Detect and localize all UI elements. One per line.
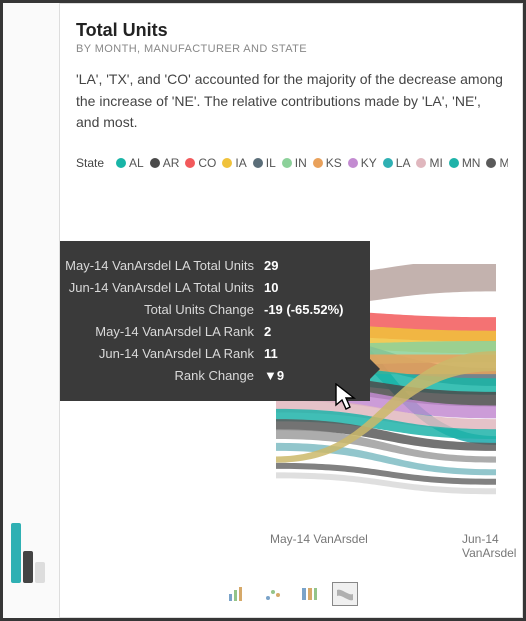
tooltip-label: Jun-14 VanArsdel LA Total Units (59, 277, 264, 299)
gutter-bar (23, 551, 33, 583)
tooltip-row: Total Units Change-19 (-65.52%) (59, 299, 354, 321)
legend-item[interactable]: IN (282, 156, 307, 170)
legend: State AL AR CO IA IL IN KS KY LA MI MN M… (76, 156, 508, 170)
x-axis-label-left: May-14 VanArsdel (270, 532, 368, 546)
visual-title: Total Units (76, 20, 508, 41)
tooltip-label: Rank Change (59, 365, 264, 387)
legend-swatch (282, 158, 292, 168)
tooltip-row: Jun-14 VanArsdel LA Rank11 (59, 343, 354, 365)
legend-swatch (383, 158, 393, 168)
legend-swatch (348, 158, 358, 168)
legend-label: AL (129, 156, 144, 170)
legend-swatch (486, 158, 496, 168)
legend-label: LA (396, 156, 411, 170)
legend-label: IL (266, 156, 276, 170)
legend-label: AR (163, 156, 180, 170)
legend-label: KY (361, 156, 377, 170)
tooltip-row: May-14 VanArsdel LA Total Units29 (59, 255, 354, 277)
gutter-bar (11, 523, 21, 583)
legend-title: State (76, 156, 104, 170)
tooltip-row: Rank Change▼9 (59, 365, 354, 387)
legend-swatch (185, 158, 195, 168)
legend-swatch (116, 158, 126, 168)
page-frame: Total Units BY MONTH, MANUFACTURER AND S… (0, 0, 526, 621)
visual-subtitle: BY MONTH, MANUFACTURER AND STATE (76, 43, 508, 55)
visual-card[interactable]: Total Units BY MONTH, MANUFACTURER AND S… (59, 3, 523, 618)
chart-type-scatter-icon[interactable] (260, 582, 286, 606)
legend-swatch (416, 158, 426, 168)
tooltip-label: May-14 VanArsdel LA Total Units (59, 255, 264, 277)
tooltip-label: Total Units Change (59, 299, 264, 321)
tooltip-row: May-14 VanArsdel LA Rank2 (59, 321, 354, 343)
legend-label: CO (198, 156, 216, 170)
chart-type-ribbon-icon[interactable] (332, 582, 358, 606)
left-gutter (3, 3, 59, 618)
tooltip-row: Jun-14 VanArsdel LA Total Units10 (59, 277, 354, 299)
legend-item[interactable]: IA (222, 156, 246, 170)
legend-label: MN (462, 156, 481, 170)
gutter-bar (35, 562, 45, 583)
legend-item[interactable]: KY (348, 156, 377, 170)
legend-label: MI (429, 156, 442, 170)
legend-item[interactable]: KS (313, 156, 342, 170)
chart-type-column-icon[interactable] (296, 582, 322, 606)
legend-swatch (253, 158, 263, 168)
legend-item[interactable]: LA (383, 156, 411, 170)
tooltip-label: Jun-14 VanArsdel LA Rank (59, 343, 264, 365)
legend-item[interactable]: MO (486, 156, 508, 170)
tooltip-label: May-14 VanArsdel LA Rank (59, 321, 264, 343)
legend-swatch (449, 158, 459, 168)
legend-label: IN (295, 156, 307, 170)
legend-item[interactable]: AL (116, 156, 144, 170)
legend-item[interactable]: MN (449, 156, 481, 170)
legend-item[interactable]: MI (416, 156, 442, 170)
x-axis-label-right: Jun-14 VanArsdel (462, 532, 522, 560)
legend-item[interactable]: CO (185, 156, 216, 170)
legend-label: MO (499, 156, 508, 170)
tooltip-value: 11 (264, 343, 278, 365)
chart-type-switcher (60, 580, 522, 608)
tooltip-value: ▼9 (264, 365, 284, 387)
legend-swatch (150, 158, 160, 168)
tooltip: May-14 VanArsdel LA Total Units29 Jun-14… (59, 241, 370, 401)
legend-label: KS (326, 156, 342, 170)
tooltip-value: -19 (-65.52%) (264, 299, 343, 321)
legend-swatch (222, 158, 232, 168)
legend-label: IA (235, 156, 246, 170)
chart-type-bar-icon[interactable] (224, 582, 250, 606)
narrative-text: 'LA', 'TX', and 'CO' accounted for the m… (76, 69, 508, 134)
tooltip-value: 2 (264, 321, 271, 343)
legend-item[interactable]: AR (150, 156, 180, 170)
legend-swatch (313, 158, 323, 168)
legend-item[interactable]: IL (253, 156, 276, 170)
tooltip-value: 29 (264, 255, 278, 277)
tooltip-value: 10 (264, 277, 278, 299)
